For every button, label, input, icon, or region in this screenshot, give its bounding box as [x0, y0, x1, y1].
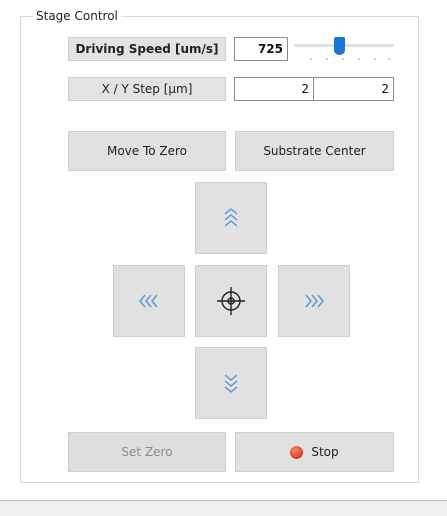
jog-right-button[interactable]: [278, 265, 350, 337]
slider-tick: [388, 58, 390, 60]
stop-dot-icon: [290, 445, 304, 459]
stop-button[interactable]: Stop: [235, 432, 394, 472]
triple-chevron-left-icon: [139, 294, 158, 308]
crosshair-icon: [217, 287, 245, 315]
jog-left-button[interactable]: [113, 265, 185, 337]
driving-speed-input[interactable]: 725: [234, 37, 288, 61]
move-to-zero-button[interactable]: Move To Zero: [68, 131, 226, 171]
xy-step-label: X / Y Step [µm]: [68, 77, 226, 101]
group-title: Stage Control: [33, 8, 121, 24]
driving-speed-label: Driving Speed [um/s]: [68, 37, 226, 61]
triple-chevron-down-icon: [224, 374, 238, 393]
slider-tick: [310, 58, 312, 60]
slider-tick: [326, 58, 328, 60]
status-strip: [0, 501, 447, 516]
set-zero-button[interactable]: Set Zero: [68, 432, 226, 472]
triple-chevron-right-icon: [305, 294, 324, 308]
jog-down-button[interactable]: [195, 347, 267, 419]
substrate-center-button[interactable]: Substrate Center: [235, 131, 394, 171]
triple-chevron-up-icon: [224, 208, 238, 227]
x-step-input[interactable]: 2: [234, 77, 314, 101]
y-step-input[interactable]: 2: [313, 77, 394, 101]
stop-button-label: Stop: [311, 445, 339, 459]
slider-tick: [358, 58, 360, 60]
slider-tick: [342, 58, 344, 60]
slider-tick: [374, 58, 376, 60]
jog-up-button[interactable]: [195, 182, 267, 254]
jog-center-button[interactable]: [195, 265, 267, 337]
speed-slider-thumb[interactable]: [333, 37, 345, 55]
